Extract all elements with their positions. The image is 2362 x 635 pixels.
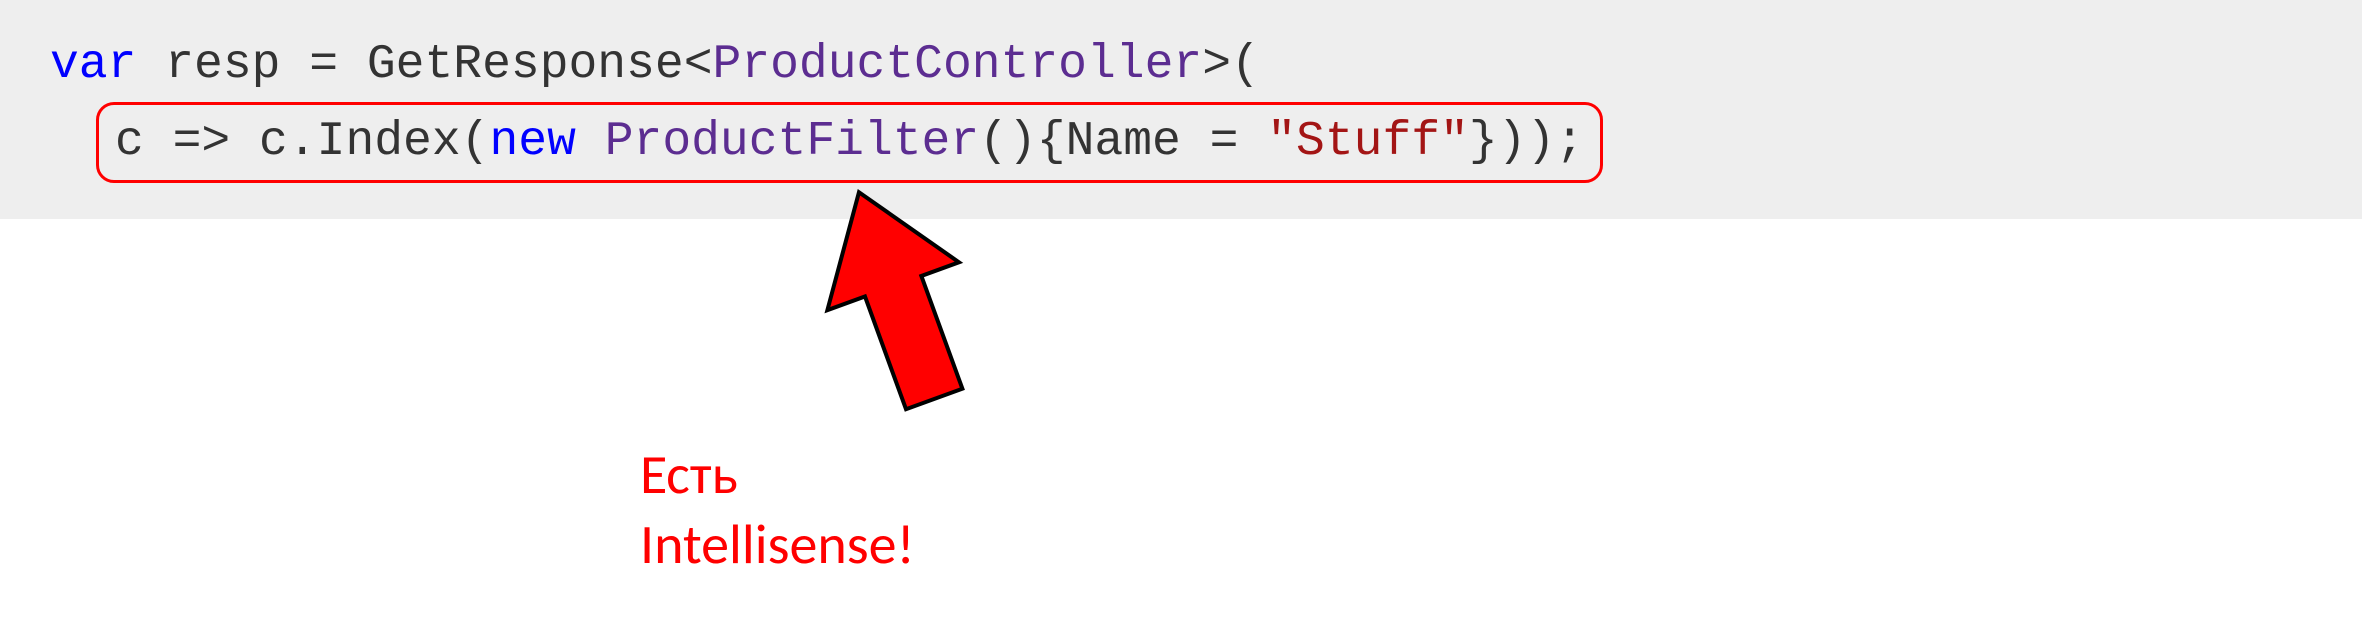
annotation-caption: Есть Intellisense! <box>640 440 915 580</box>
code-block: var resp = GetResponse<ProductController… <box>0 0 2362 219</box>
caption-line-1: Есть <box>640 440 915 510</box>
arrow-icon <box>800 175 1000 425</box>
code-line-1: var resp = GetResponse<ProductController… <box>50 28 2312 102</box>
code-text: >( <box>1202 38 1260 92</box>
caption-line-2: Intellisense! <box>640 510 915 580</box>
type-filter: ProductFilter <box>605 115 979 169</box>
code-text: resp = GetResponse< <box>136 38 712 92</box>
code-line-2: c => c.Index(new ProductFilter(){Name = … <box>50 102 2312 182</box>
highlight-box: c => c.Index(new ProductFilter(){Name = … <box>96 102 1603 182</box>
keyword-new: new <box>489 115 575 169</box>
code-text: })); <box>1469 115 1584 169</box>
keyword-var: var <box>50 38 136 92</box>
code-text <box>576 115 605 169</box>
code-text: (){Name = <box>979 115 1267 169</box>
type-controller: ProductController <box>713 38 1203 92</box>
string-literal: "Stuff" <box>1267 115 1469 169</box>
code-text: c => c.Index( <box>115 115 489 169</box>
